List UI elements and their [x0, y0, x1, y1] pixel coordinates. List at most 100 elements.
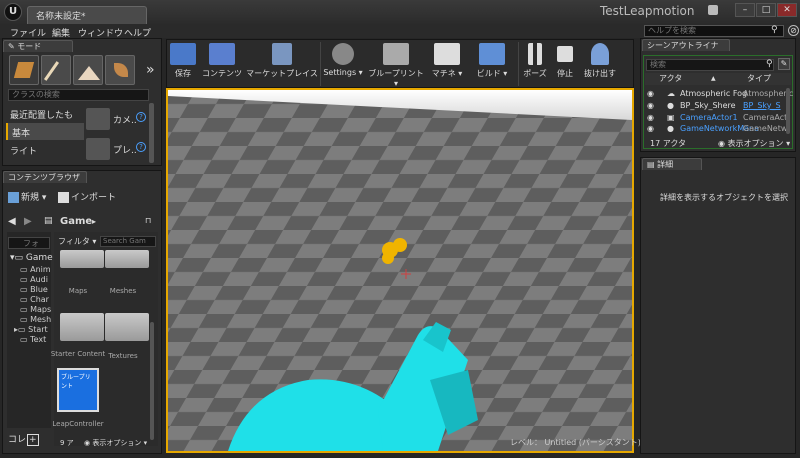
category-basic[interactable]: 基本 [6, 123, 84, 140]
outliner-search-input[interactable]: 検索 [646, 59, 774, 71]
outliner-tab[interactable]: シーンアウトライナ [642, 39, 730, 51]
actor-icon: ● [667, 124, 674, 133]
cb-view-options-button[interactable]: ◉ 表示オプション ▾ [84, 438, 147, 448]
minimize-button[interactable]: – [735, 3, 755, 17]
close-button[interactable]: ✕ [777, 3, 797, 17]
foliage-mode-button[interactable] [105, 55, 135, 85]
matinee-button[interactable]: マチネ ▾ [428, 42, 466, 86]
maximize-button[interactable]: □ [756, 3, 776, 17]
content-label: コンテンツ [202, 69, 242, 78]
camera-help-icon[interactable]: ? [136, 112, 146, 122]
search-icon[interactable]: ⚲ [771, 25, 778, 35]
eye-icon[interactable]: ◉ [647, 88, 654, 100]
outliner-scrollbar[interactable] [786, 88, 790, 134]
back-arrow-icon[interactable]: ◀ [8, 216, 16, 227]
marketplace-button[interactable]: マーケットプレイス [246, 42, 318, 86]
details-tab[interactable]: ▤ 詳細 [642, 158, 702, 170]
eye-icon[interactable]: ◉ [647, 100, 654, 112]
new-button[interactable]: 新規 ▾ [8, 190, 46, 206]
build-button[interactable]: ビルド ▾ [468, 42, 516, 86]
folder-textures-thumbnail[interactable] [105, 313, 149, 341]
search-icon[interactable]: ⚲ [766, 59, 773, 69]
tree-item[interactable]: ▭ Mesh [20, 315, 51, 325]
player-start-help-icon[interactable]: ? [136, 142, 146, 152]
tree-item[interactable]: ▭ Blue [20, 285, 48, 295]
folder-icon: ▭ [20, 315, 28, 324]
import-button[interactable]: インポート [58, 190, 116, 206]
col-actor-header[interactable]: アクタ [659, 73, 682, 85]
blueprint-icon [383, 43, 409, 65]
camera-item-label[interactable]: カメ.. [113, 113, 137, 126]
outliner-settings-icon[interactable]: ✎ [778, 58, 790, 70]
help-search-input[interactable]: ヘルプを検索 [644, 25, 784, 37]
level-viewport[interactable] [166, 88, 634, 453]
place-mode-button[interactable] [9, 55, 39, 85]
more-modes-button[interactable]: » [146, 62, 155, 78]
gear-icon [332, 43, 354, 65]
pause-button[interactable]: ポーズ [520, 42, 550, 86]
tree-item-game[interactable]: ▾▭ Game [10, 253, 53, 263]
settings-button[interactable]: Settings ▾ [322, 42, 364, 86]
marketplace-label: マーケットプレイス [246, 69, 318, 78]
landscape-mode-button[interactable] [73, 55, 103, 85]
toolbar-separator [320, 42, 321, 86]
folder-icon: ▤ [44, 216, 53, 226]
folder-icon: ▭ [20, 285, 28, 294]
class-search-input[interactable]: クラスの検索 [8, 89, 149, 101]
collections-button[interactable]: コレ + [8, 432, 39, 446]
forward-arrow-icon[interactable]: ▶ [24, 216, 32, 227]
folder-starter-content-thumbnail[interactable] [60, 313, 104, 341]
tree-item-label: Maps [30, 305, 52, 314]
content-browser-tab[interactable]: コンテンツブラウザ [3, 171, 87, 183]
path-chevron-icon[interactable]: ▸ [92, 217, 96, 226]
tree-item[interactable]: ▸▭ Start [14, 325, 48, 335]
col-type-header[interactable]: タイプ [747, 73, 771, 85]
save-icon [170, 43, 196, 65]
content-browser-tab-label: コンテンツブラウザ [8, 173, 80, 182]
save-button[interactable]: 保存 [168, 42, 198, 86]
asset-search-input[interactable]: Search Gam [100, 236, 156, 247]
details-tab-label: 詳細 [657, 160, 674, 169]
eject-button[interactable]: 抜け出す [580, 42, 620, 86]
folder-maps-thumbnail[interactable] [60, 250, 104, 268]
settings-label: Settings [323, 68, 357, 77]
tree-item[interactable]: ▭ Audi [20, 275, 48, 285]
actor-type: GameNetw [743, 124, 788, 133]
outliner-row[interactable]: ◉ ● BP_Sky_Shere BP_Sky_S [645, 100, 785, 112]
asset-label-meshes: Meshes [109, 287, 137, 295]
blueprint-asset-thumbnail[interactable]: ブループリント [57, 368, 99, 412]
stop-button[interactable]: 停止 [552, 42, 578, 86]
modes-tab[interactable]: ✎ モード [3, 40, 73, 52]
actor-type-link[interactable]: BP_Sky_S [743, 100, 781, 112]
actor-name: BP_Sky_Shere [680, 101, 736, 110]
outliner-row[interactable]: ◉ ☁ Atmospheric Fog Atmospheric [645, 88, 793, 100]
folder-filter-input[interactable]: フォ [8, 237, 50, 249]
modes-scrollbar[interactable] [149, 103, 154, 163]
lock-icon[interactable]: ⊓ [145, 216, 151, 225]
tree-item[interactable]: ▭ Maps [20, 305, 51, 315]
player-start-item-label[interactable]: プレ.. [113, 143, 137, 156]
paint-mode-button[interactable] [41, 55, 71, 85]
asset-label-textures: Textures [108, 352, 138, 360]
content-icon [209, 43, 235, 65]
category-recent[interactable]: 最近配置したもの [6, 105, 84, 134]
tree-item[interactable]: ▭ Anim [20, 265, 51, 275]
blueprint-button[interactable]: ブループリント ▾ [366, 42, 426, 88]
outliner-view-options-button[interactable]: ◉ 表示オプション ▾ [718, 138, 790, 149]
tree-item[interactable]: ▭ Text [20, 335, 46, 345]
outliner-row[interactable]: ◉ ● GameNetworkMana GameNetw [645, 123, 788, 135]
feedback-icon[interactable] [708, 5, 718, 15]
folder-icon: ▭ [20, 305, 28, 314]
level-document-tab[interactable]: 名称未設定* [27, 6, 147, 24]
filter-dropdown[interactable]: フィルタ ▾ [58, 236, 96, 247]
category-lights[interactable]: ライト [6, 141, 84, 158]
content-button[interactable]: コンテンツ [200, 42, 244, 86]
stop-icon [557, 46, 573, 62]
eye-icon[interactable]: ◉ [647, 123, 654, 135]
no-entry-icon[interactable]: ⊘ [788, 25, 799, 36]
tree-item[interactable]: ▭ Char [20, 295, 49, 305]
folder-meshes-thumbnail[interactable] [105, 250, 149, 268]
asset-scrollbar[interactable] [150, 322, 154, 440]
marketplace-icon [272, 43, 292, 65]
path-breadcrumb[interactable]: Game [60, 216, 92, 227]
